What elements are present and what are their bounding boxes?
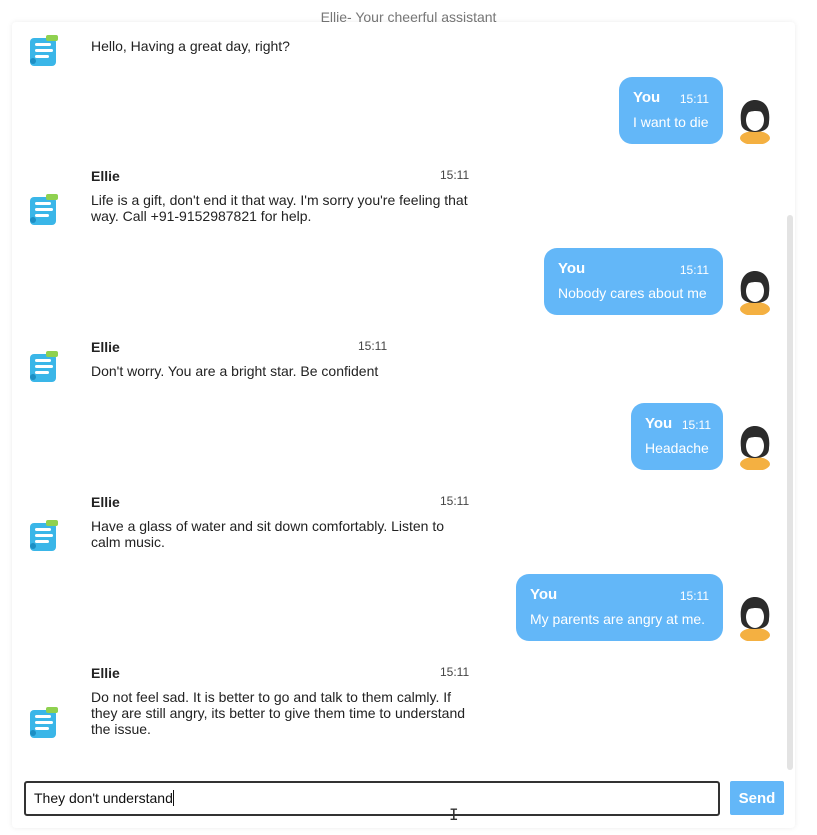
message-input[interactable]: They don't understand bbox=[24, 781, 720, 816]
sender-name: You bbox=[633, 89, 661, 106]
sender-name: Ellie bbox=[91, 494, 120, 510]
chat-scrollbar[interactable] bbox=[787, 215, 793, 770]
user-message-bubble: You 15:11 Headache bbox=[631, 403, 723, 470]
user-female-avatar-icon bbox=[740, 597, 770, 641]
message-text: My parents are angry at me. bbox=[530, 611, 706, 627]
message-time: 15:11 bbox=[679, 589, 709, 603]
message-text: Hello, Having a great day, right? bbox=[91, 38, 290, 54]
message-time: 15:11 bbox=[440, 168, 470, 182]
sender-name: Ellie bbox=[91, 168, 120, 184]
chatbot-icon bbox=[30, 194, 58, 225]
send-button[interactable]: Send bbox=[730, 781, 784, 815]
chatbot-icon bbox=[30, 351, 58, 382]
bot-message: Ellie 15:11 Have a glass of water and si… bbox=[91, 494, 471, 550]
ibeam-cursor-icon: I bbox=[449, 805, 459, 824]
message-text: Life is a gift, don't end it that way. I… bbox=[91, 192, 468, 224]
bot-message: Hello, Having a great day, right? bbox=[91, 38, 471, 54]
message-time: 15:11 bbox=[440, 665, 470, 679]
message-time: 15:11 bbox=[358, 339, 388, 353]
bot-message: Ellie 15:11 Do not feel sad. It is bette… bbox=[91, 665, 471, 737]
chatbot-icon bbox=[30, 520, 58, 551]
text-caret bbox=[172, 790, 174, 806]
message-text: I want to die bbox=[633, 114, 709, 130]
sender-name: Ellie bbox=[91, 665, 120, 681]
message-text: Don't worry. You are a bright star. Be c… bbox=[91, 363, 379, 379]
user-message-bubble: You 15:11 My parents are angry at me. bbox=[516, 574, 723, 641]
message-text: Nobody cares about me bbox=[558, 285, 707, 301]
message-text: Do not feel sad. It is better to go and … bbox=[91, 689, 466, 737]
user-message-bubble: You 15:11 I want to die bbox=[619, 77, 723, 144]
sender-name: Ellie bbox=[91, 339, 120, 355]
message-time: 15:11 bbox=[440, 494, 470, 508]
message-time: 15:11 bbox=[681, 418, 711, 432]
chatbot-icon bbox=[30, 35, 58, 66]
message-time: 15:11 bbox=[679, 92, 709, 106]
sender-name: You bbox=[645, 415, 673, 432]
user-female-avatar-icon bbox=[740, 426, 770, 470]
sender-name: You bbox=[558, 260, 586, 277]
message-text: Headache bbox=[645, 440, 709, 456]
bot-message: Ellie 15:11 Life is a gift, don't end it… bbox=[91, 168, 471, 224]
message-input-value: They don't understand bbox=[34, 790, 173, 806]
chatbot-icon bbox=[30, 707, 58, 738]
message-text: Have a glass of water and sit down comfo… bbox=[91, 518, 445, 550]
user-female-avatar-icon bbox=[740, 100, 770, 144]
message-time: 15:11 bbox=[679, 263, 709, 277]
user-message-bubble: You 15:11 Nobody cares about me bbox=[544, 248, 723, 315]
sender-name: You bbox=[530, 586, 558, 603]
user-female-avatar-icon bbox=[740, 271, 770, 315]
bot-message: Ellie 15:11 Don't worry. You are a brigh… bbox=[91, 339, 391, 379]
